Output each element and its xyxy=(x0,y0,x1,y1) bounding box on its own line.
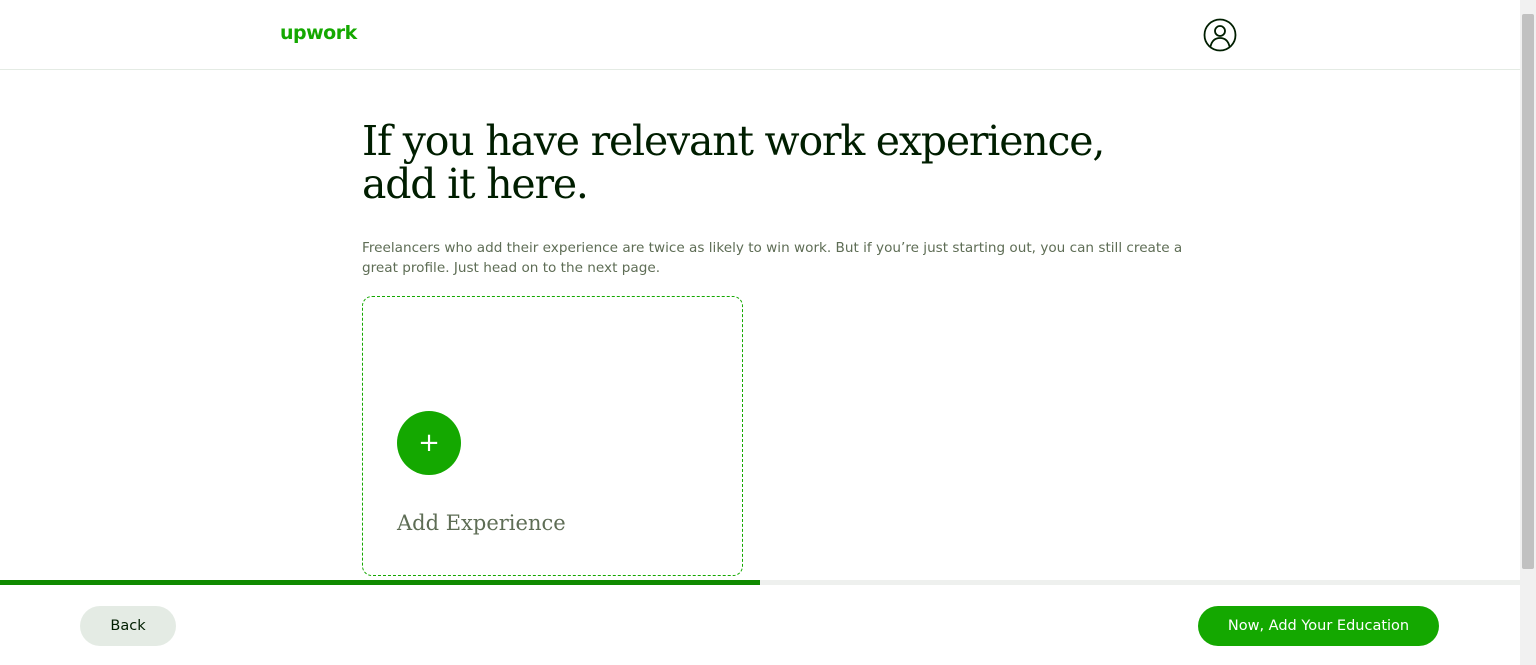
upwork-logo[interactable]: upwork xyxy=(280,22,357,44)
add-experience-card[interactable]: + Add Experience xyxy=(362,296,743,576)
vertical-scrollbar[interactable] xyxy=(1520,0,1536,665)
page-title-line-2: add it here. xyxy=(362,160,589,208)
top-header: upwork xyxy=(0,0,1520,70)
add-experience-label: Add Experience xyxy=(397,511,566,535)
add-education-button[interactable]: Now, Add Your Education xyxy=(1198,606,1439,646)
back-button[interactable]: Back xyxy=(80,606,176,646)
plus-icon[interactable]: + xyxy=(397,411,461,475)
page-subtitle: Freelancers who add their experience are… xyxy=(362,240,1183,276)
user-circle-icon xyxy=(1203,18,1237,52)
user-avatar-button[interactable] xyxy=(1203,18,1237,52)
page-title-line-1: If you have relevant work experience, xyxy=(362,117,1105,165)
page-title: If you have relevant work experience, ad… xyxy=(362,120,1222,206)
scrollbar-thumb[interactable] xyxy=(1522,14,1534,569)
main-content: If you have relevant work experience, ad… xyxy=(362,120,1222,278)
footer-bar: Back Now, Add Your Education xyxy=(0,585,1520,665)
